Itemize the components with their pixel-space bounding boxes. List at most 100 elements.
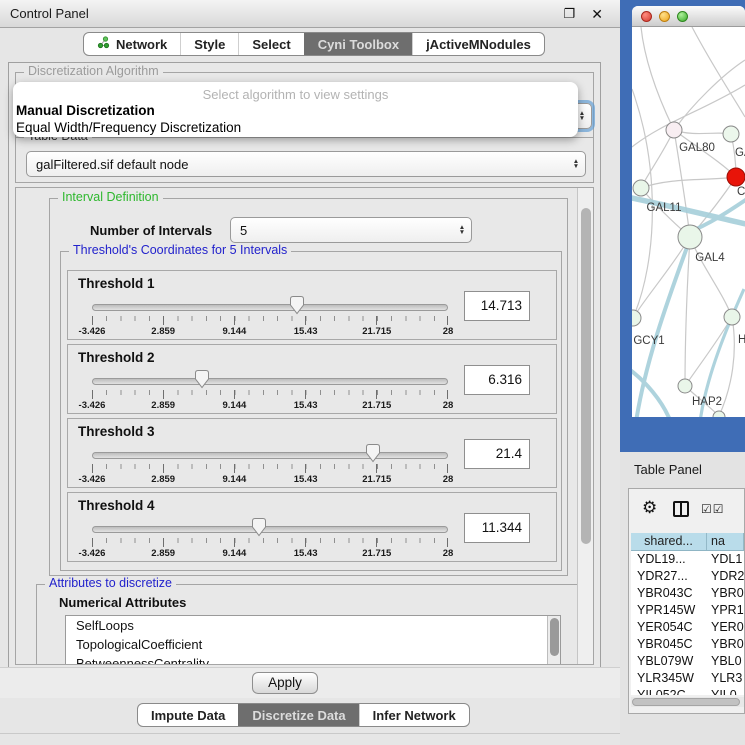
tab-impute-data[interactable]: Impute Data [138, 704, 238, 726]
tab-style[interactable]: Style [180, 33, 238, 55]
table-row[interactable]: YDR27...YDR2 [631, 568, 744, 585]
number-of-intervals-combobox[interactable]: 5 ▲▼ [230, 217, 472, 243]
table-data-value: galFiltered.sif default node [27, 157, 567, 172]
slider-major-ticks [92, 390, 448, 399]
network-node-gal80[interactable] [666, 122, 682, 138]
tick-label: 28 [443, 326, 454, 337]
gear-icon[interactable]: ⚙ [642, 498, 657, 518]
bottom-tab-bar: Impute Data Discretize Data Infer Networ… [137, 703, 470, 727]
table-row[interactable]: YBR043CYBR0 [631, 585, 744, 602]
slider-track[interactable] [92, 452, 448, 459]
list-item[interactable]: BetweennessCentrality [66, 654, 560, 665]
checkbox-icons[interactable]: ☑☑ [701, 502, 725, 516]
network-node-h[interactable] [724, 309, 740, 325]
interval-definition-title: Interval Definition [58, 190, 163, 204]
table-panel-toolbar: ⚙ ☑☑ [629, 489, 744, 532]
threshold-2-value-field[interactable]: 6.316 [464, 365, 530, 395]
threshold-3-slider: -3.426 2.859 9.144 15.43 21.715 28 [92, 443, 448, 487]
node-label: GAL80 [679, 142, 715, 154]
network-node[interactable] [723, 126, 739, 142]
slider-thumb[interactable] [251, 517, 267, 537]
column-header-shared-name[interactable]: shared... [631, 533, 707, 550]
threshold-2-box: Threshold 2 -3.426 2.859 9.144 15.43 21.… [67, 344, 557, 414]
close-traffic-light[interactable] [641, 11, 652, 22]
node-label: GAL4 [695, 252, 725, 264]
tick-label: 28 [443, 474, 454, 485]
slider-track[interactable] [92, 304, 448, 311]
apply-button[interactable]: Apply [252, 672, 318, 694]
tick-label: 21.715 [362, 400, 391, 411]
threshold-1-value-field[interactable]: 14.713 [464, 291, 530, 321]
attributes-list-scrollbar[interactable] [547, 616, 560, 665]
threshold-1-slider: -3.426 2.859 9.144 15.43 21.715 28 [92, 295, 448, 339]
close-icon[interactable]: ✕ [591, 6, 603, 23]
network-node-red[interactable] [727, 168, 745, 186]
slider-track[interactable] [92, 378, 448, 385]
node-label: GA [735, 147, 745, 159]
tick-label: 15.43 [294, 548, 318, 559]
table-row[interactable]: YIL052CYIL0 [631, 687, 744, 695]
threshold-4-label: Threshold 4 [78, 498, 155, 513]
popup-item-equal-width-frequency[interactable]: Equal Width/Frequency Discretization [16, 120, 241, 135]
network-node-gal4[interactable] [678, 225, 702, 249]
popup-item-manual-discretization[interactable]: Manual Discretization [16, 103, 155, 118]
settings-scroll-area: Interval Definition Number of Intervals … [15, 187, 594, 665]
table-row[interactable]: YER054CYER0 [631, 619, 744, 636]
tab-network[interactable]: Network [84, 33, 180, 55]
tick-label: 9.144 [223, 548, 247, 559]
tab-jactivemnodules[interactable]: jActiveMNodules [412, 33, 544, 55]
node-label: GAL11 [647, 202, 682, 214]
float-window-icon[interactable]: ❐ [563, 8, 575, 20]
network-node-gal11[interactable] [633, 180, 649, 196]
slider-thumb[interactable] [289, 295, 305, 315]
zoom-traffic-light[interactable] [677, 11, 688, 22]
tick-label: 28 [443, 548, 454, 559]
settings-vertical-scrollbar[interactable] [577, 188, 593, 664]
node-label: H [738, 334, 745, 346]
attributes-group-title: Attributes to discretize [45, 576, 176, 590]
list-item[interactable]: TopologicalCoefficient [66, 635, 560, 654]
tick-label: 2.859 [151, 474, 175, 485]
tick-label: 15.43 [294, 400, 318, 411]
node-table: shared... na YDL19...YDL1 YDR27...YDR2 Y… [631, 533, 744, 695]
tick-label: 2.859 [151, 548, 175, 559]
slider-thumb[interactable] [365, 443, 381, 463]
threshold-1-box: Threshold 1 -3.426 2.859 9.144 15.43 21.… [67, 270, 557, 340]
threshold-3-value-field[interactable]: 21.4 [464, 439, 530, 469]
network-node-hap2[interactable] [678, 379, 692, 393]
combo-arrows-icon: ▲▼ [567, 159, 585, 170]
combo-arrows-icon: ▲▼ [453, 225, 471, 236]
cyni-settings-panel: Discretization Algorithm ▲▼ Table Data g… [8, 62, 601, 668]
node-label: C [737, 186, 745, 198]
minimize-traffic-light[interactable] [659, 11, 670, 22]
threshold-1-label: Threshold 1 [78, 276, 155, 291]
node-label: HAP2 [692, 396, 722, 408]
list-item[interactable]: SelfLoops [66, 616, 560, 635]
column-header-name[interactable]: na [707, 533, 744, 550]
divider [0, 733, 622, 734]
tab-cyni-toolbox[interactable]: Cyni Toolbox [304, 33, 412, 55]
tick-label: 9.144 [223, 474, 247, 485]
table-horizontal-scrollbar[interactable] [631, 697, 744, 707]
numerical-attributes-heading: Numerical Attributes [59, 595, 186, 610]
table-data-combobox[interactable]: galFiltered.sif default node ▲▼ [26, 151, 586, 177]
tab-discretize-data[interactable]: Discretize Data [238, 704, 358, 726]
tab-infer-network[interactable]: Infer Network [359, 704, 469, 726]
threshold-4-slider: -3.426 2.859 9.144 15.43 21.715 28 [92, 517, 448, 561]
tick-label: -3.426 [79, 326, 106, 337]
table-row[interactable]: YLR345WYLR3 [631, 670, 744, 687]
table-row[interactable]: YPR145WYPR1 [631, 602, 744, 619]
table-row[interactable]: YBR045CYBR0 [631, 636, 744, 653]
tab-select[interactable]: Select [238, 33, 303, 55]
network-node-gcy1[interactable] [632, 310, 641, 326]
threshold-4-box: Threshold 4 -3.426 2.859 9.144 15.43 21.… [67, 492, 557, 562]
table-row[interactable]: YDL19...YDL1 [631, 551, 744, 568]
table-row[interactable]: YBL079WYBL0 [631, 653, 744, 670]
threshold-4-value-field[interactable]: 11.344 [464, 513, 530, 543]
network-canvas[interactable]: GAL80 GA C GAL11 GAL4 GCY1 H HAP2 [632, 27, 745, 417]
columns-icon[interactable] [673, 501, 689, 517]
slider-track[interactable] [92, 526, 448, 533]
slider-thumb[interactable] [194, 369, 210, 389]
network-window-titlebar[interactable] [632, 6, 745, 27]
tick-label: 9.144 [223, 400, 247, 411]
